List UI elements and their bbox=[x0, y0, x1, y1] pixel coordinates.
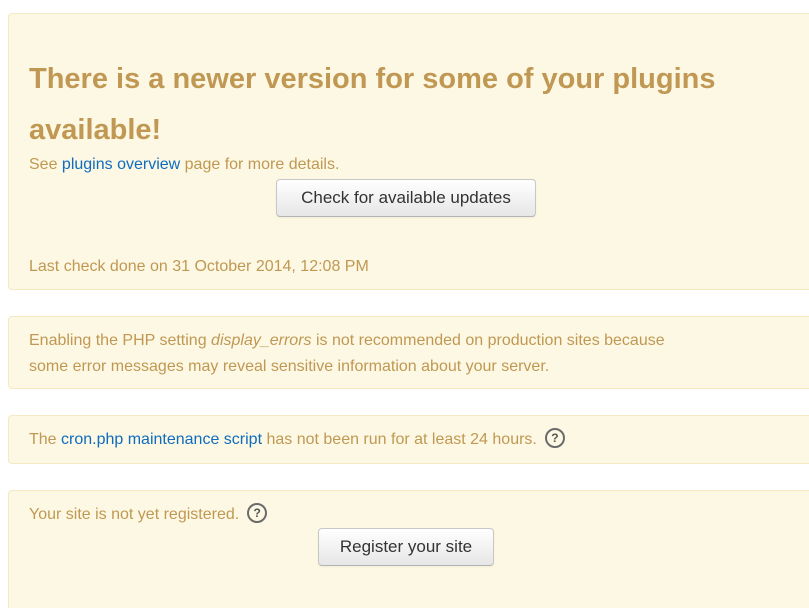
plugins-overview-link[interactable]: plugins overview bbox=[62, 156, 180, 173]
display-errors-setting-name: display_errors bbox=[211, 332, 312, 349]
question-circle-icon[interactable]: ? bbox=[544, 428, 565, 449]
plugin-updates-heading: There is a newer version for some of you… bbox=[29, 63, 716, 146]
display-errors-text-after: is not recommended on production sites b… bbox=[311, 332, 665, 349]
cron-notice: The cron.php maintenance script has not … bbox=[8, 415, 809, 464]
display-errors-notice: Enabling the PHP setting display_errors … bbox=[8, 316, 809, 389]
cron-text-before: The bbox=[29, 431, 62, 448]
registration-text: Your site is not yet registered. bbox=[29, 506, 240, 523]
check-for-updates-button[interactable]: Check for available updates bbox=[276, 179, 536, 217]
display-errors-line-1: Enabling the PHP setting display_errors … bbox=[29, 328, 665, 354]
question-circle-icon[interactable]: ? bbox=[247, 503, 268, 524]
cron-text-after: has not been run for at least 24 hours. bbox=[262, 431, 537, 448]
registration-line: Your site is not yet registered.? bbox=[29, 502, 268, 528]
cron-maintenance-link[interactable]: cron.php maintenance script bbox=[61, 431, 262, 448]
details-prefix: See bbox=[29, 156, 62, 173]
display-errors-text-before: Enabling the PHP setting bbox=[29, 332, 212, 349]
register-site-button[interactable]: Register your site bbox=[318, 528, 494, 566]
details-suffix: page for more details. bbox=[180, 156, 340, 173]
display-errors-line-2: some error messages may reveal sensitive… bbox=[29, 358, 550, 375]
registration-notice: Your site is not yet registered.? Regist… bbox=[8, 490, 809, 608]
plugin-updates-notice: There is a newer version for some of you… bbox=[8, 13, 809, 290]
cron-line: The cron.php maintenance script has not … bbox=[29, 427, 565, 453]
plugins-details-line: See plugins overview page for more detai… bbox=[29, 152, 339, 178]
admin-notifications-page: There is a newer version for some of you… bbox=[0, 0, 809, 608]
last-check-text: Last check done on 31 October 2014, 12:0… bbox=[29, 258, 369, 275]
